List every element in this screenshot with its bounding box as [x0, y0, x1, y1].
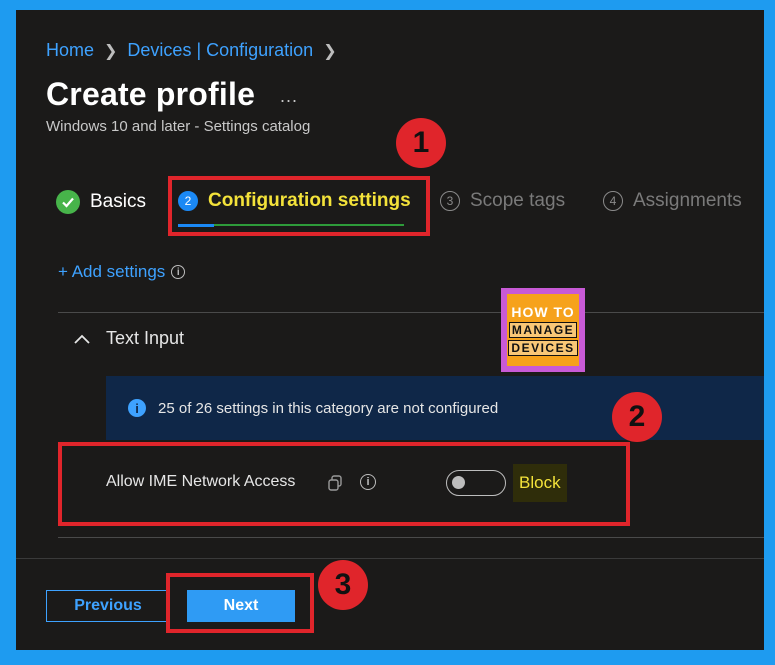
- more-options-button[interactable]: ...: [280, 86, 298, 107]
- portal-frame: Home ❯ Devices | Configuration ❯ Create …: [16, 10, 764, 650]
- section-title: Text Input: [106, 328, 185, 348]
- add-settings-label: + Add settings: [58, 262, 166, 281]
- info-banner: i 25 of 26 settings in this category are…: [106, 376, 764, 440]
- annotation-badge-3: 3: [318, 560, 368, 610]
- annotation-badge-1: 1: [396, 118, 446, 168]
- info-icon: i: [128, 399, 146, 417]
- chevron-right-icon: ❯: [323, 42, 337, 60]
- annotation-box-1: [168, 176, 430, 236]
- footer-divider: [16, 558, 764, 559]
- check-circle-icon: [56, 190, 80, 214]
- how-to-manage-devices-logo: HOW TO MANAGE DEVICES: [501, 288, 585, 372]
- tab-scope-tags[interactable]: 3 Scope tags: [440, 190, 565, 212]
- step-number-icon: 4: [603, 191, 623, 211]
- tab-basics[interactable]: Basics: [56, 190, 146, 214]
- add-settings-link[interactable]: + Add settings i: [58, 262, 186, 282]
- page-title: Create profile: [46, 76, 256, 112]
- previous-button[interactable]: Previous: [46, 590, 170, 622]
- logo-line2: MANAGE: [508, 322, 578, 338]
- chevron-right-icon: ❯: [104, 42, 118, 60]
- annotation-badge-2: 2: [612, 392, 662, 442]
- step-number-icon: 3: [440, 191, 460, 211]
- tab-assignments[interactable]: 4 Assignments: [603, 190, 742, 212]
- annotation-box-3: [166, 573, 314, 633]
- chevron-up-icon: [74, 334, 90, 344]
- tab-scope-tags-label: Scope tags: [470, 190, 566, 211]
- breadcrumb-devices-configuration[interactable]: Devices | Configuration: [127, 40, 313, 61]
- tab-basics-label: Basics: [90, 191, 146, 212]
- annotation-box-2: [58, 442, 630, 526]
- info-banner-text: 25 of 26 settings in this category are n…: [158, 399, 499, 417]
- logo-line1: HOW TO: [511, 304, 575, 320]
- tab-assignments-label: Assignments: [633, 190, 742, 211]
- logo-line3: DEVICES: [508, 340, 578, 356]
- section-text-input[interactable]: Text Input: [74, 328, 184, 349]
- info-icon: i: [171, 265, 186, 279]
- page-subtitle: Windows 10 and later - Settings catalog: [46, 118, 311, 135]
- breadcrumb: Home ❯ Devices | Configuration ❯: [46, 40, 337, 61]
- divider: [58, 312, 764, 313]
- breadcrumb-home[interactable]: Home: [46, 40, 94, 61]
- divider: [58, 537, 764, 538]
